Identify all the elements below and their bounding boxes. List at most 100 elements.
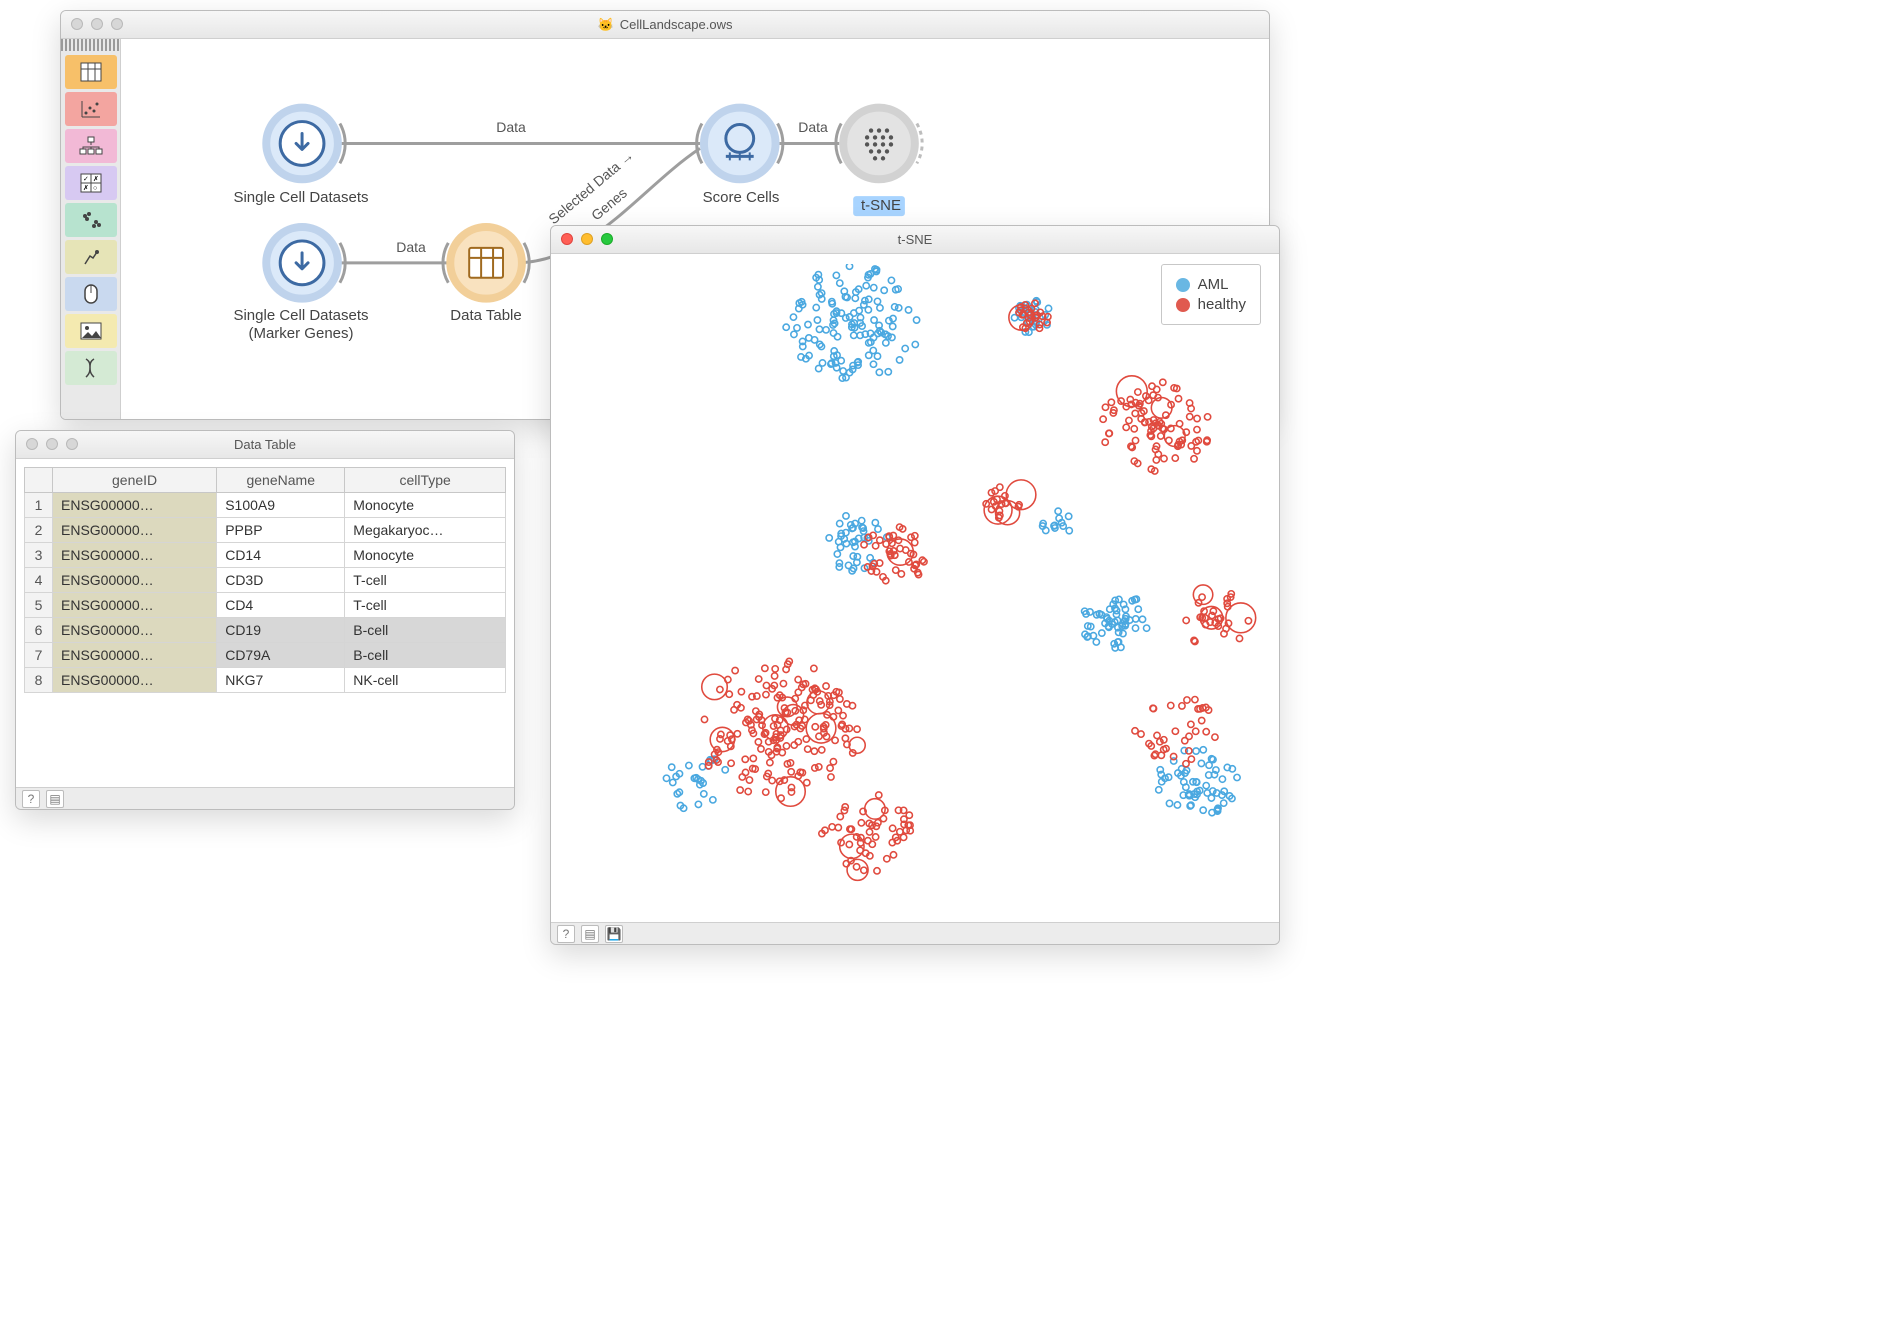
node-data-table[interactable] <box>443 227 529 299</box>
table-row[interactable]: 5ENSG00000…CD4T-cell <box>25 593 506 618</box>
tsne-scatter-plot[interactable] <box>561 264 1269 912</box>
legend-item-aml[interactable]: AML <box>1176 276 1246 293</box>
tsne-title: t-SNE <box>898 232 933 247</box>
close-icon[interactable] <box>26 438 38 450</box>
dna-icon <box>82 357 100 379</box>
minimize-icon[interactable] <box>91 18 103 30</box>
help-button[interactable]: ? <box>22 790 40 808</box>
status-bar: ? ▤ 💾 <box>551 922 1279 944</box>
link-label: Data <box>798 119 828 135</box>
close-icon[interactable] <box>71 18 83 30</box>
cell-geneid: ENSG00000… <box>53 668 217 693</box>
cell-celltype: B-cell <box>345 618 506 643</box>
table-row[interactable]: 7ENSG00000…CD79AB-cell <box>25 643 506 668</box>
cell-geneid: ENSG00000… <box>53 568 217 593</box>
toolbox-expand-handle[interactable] <box>61 39 120 51</box>
cell-genename: CD4 <box>217 593 345 618</box>
cell-genename: S100A9 <box>217 493 345 518</box>
status-bar: ? ▤ <box>16 787 514 809</box>
cell-celltype: Monocyte <box>345 543 506 568</box>
tool-image[interactable] <box>65 314 117 348</box>
cell-geneid: ENSG00000… <box>53 618 217 643</box>
cell-geneid: ENSG00000… <box>53 593 217 618</box>
node-label: Single Cell Datasets(Marker Genes) <box>233 307 368 343</box>
data-table-titlebar[interactable]: Data Table <box>16 431 514 459</box>
table-row[interactable]: 1ENSG00000…S100A9Monocyte <box>25 493 506 518</box>
tool-dna[interactable] <box>65 351 117 385</box>
node-single-cell-datasets-marker[interactable] <box>266 227 345 299</box>
zoom-icon[interactable] <box>601 233 613 245</box>
column-header[interactable]: geneID <box>53 468 217 493</box>
table-row[interactable]: 4ENSG00000…CD3DT-cell <box>25 568 506 593</box>
tool-person[interactable] <box>65 240 117 274</box>
column-header[interactable]: geneName <box>217 468 345 493</box>
column-header[interactable] <box>25 468 53 493</box>
legend-label: AML <box>1198 276 1229 293</box>
canvas-titlebar[interactable]: 🐱 CellLandscape.ows <box>61 11 1269 39</box>
dots-icon <box>80 99 102 119</box>
cell-geneid: ENSG00000… <box>53 493 217 518</box>
minimize-icon[interactable] <box>581 233 593 245</box>
tsne-window: t-SNE AML healthy ? ▤ 💾 <box>550 225 1280 945</box>
report-button[interactable]: ▤ <box>46 790 64 808</box>
tool-scatter[interactable] <box>65 92 117 126</box>
node-label: Score Cells <box>703 189 780 206</box>
zoom-icon[interactable] <box>111 18 123 30</box>
legend-item-healthy[interactable]: healthy <box>1176 296 1246 313</box>
tool-tree[interactable] <box>65 129 117 163</box>
cell-genename: CD79A <box>217 643 345 668</box>
report-button[interactable]: ▤ <box>581 925 599 943</box>
zoom-icon[interactable] <box>66 438 78 450</box>
image-icon <box>80 322 102 340</box>
cell-genename: CD3D <box>217 568 345 593</box>
node-tsne[interactable] <box>836 108 922 180</box>
widget-toolbox: ✓✗✗○ <box>61 39 121 419</box>
window-controls <box>561 233 613 245</box>
cell-celltype: Monocyte <box>345 493 506 518</box>
grid-icon <box>80 62 102 82</box>
legend-swatch-icon <box>1176 278 1190 292</box>
row-number: 3 <box>25 543 53 568</box>
node-label: Single Cell Datasets <box>233 189 368 206</box>
minimize-icon[interactable] <box>46 438 58 450</box>
node-score-cells[interactable] <box>697 108 783 180</box>
tsne-titlebar[interactable]: t-SNE <box>551 226 1279 254</box>
column-header[interactable]: cellType <box>345 468 506 493</box>
cell-genename: PPBP <box>217 518 345 543</box>
cell-genename: CD14 <box>217 543 345 568</box>
row-number: 5 <box>25 593 53 618</box>
node-label: Data Table <box>450 307 521 324</box>
cell-celltype: T-cell <box>345 568 506 593</box>
cell-genename: NKG7 <box>217 668 345 693</box>
legend-label: healthy <box>1198 296 1246 313</box>
tool-cluster[interactable] <box>65 203 117 237</box>
matrix-icon: ✓✗✗○ <box>80 173 102 193</box>
tool-file[interactable] <box>65 55 117 89</box>
mouse-icon <box>83 283 99 305</box>
row-number: 8 <box>25 668 53 693</box>
node-single-cell-datasets[interactable] <box>266 108 345 180</box>
window-controls <box>26 438 78 450</box>
window-controls <box>71 18 123 30</box>
svg-text:✗: ✗ <box>93 175 99 183</box>
cell-geneid: ENSG00000… <box>53 643 217 668</box>
table-row[interactable]: 8ENSG00000…NKG7NK-cell <box>25 668 506 693</box>
close-icon[interactable] <box>561 233 573 245</box>
row-number: 6 <box>25 618 53 643</box>
dig-icon <box>81 247 101 267</box>
tool-mouse[interactable] <box>65 277 117 311</box>
gene-table[interactable]: geneIDgeneNamecellType 1ENSG00000…S100A9… <box>24 467 506 693</box>
help-button[interactable]: ? <box>557 925 575 943</box>
data-table-title: Data Table <box>234 437 296 452</box>
table-row[interactable]: 3ENSG00000…CD14Monocyte <box>25 543 506 568</box>
tool-confusion[interactable]: ✓✗✗○ <box>65 166 117 200</box>
cell-genename: CD19 <box>217 618 345 643</box>
cell-celltype: NK-cell <box>345 668 506 693</box>
node-label-selected: t-SNE <box>861 197 901 214</box>
table-row[interactable]: 2ENSG00000…PPBPMegakaryoc… <box>25 518 506 543</box>
svg-text:✓: ✓ <box>83 176 89 183</box>
cell-celltype: B-cell <box>345 643 506 668</box>
table-row[interactable]: 6ENSG00000…CD19B-cell <box>25 618 506 643</box>
save-button[interactable]: 💾 <box>605 925 623 943</box>
row-number: 2 <box>25 518 53 543</box>
